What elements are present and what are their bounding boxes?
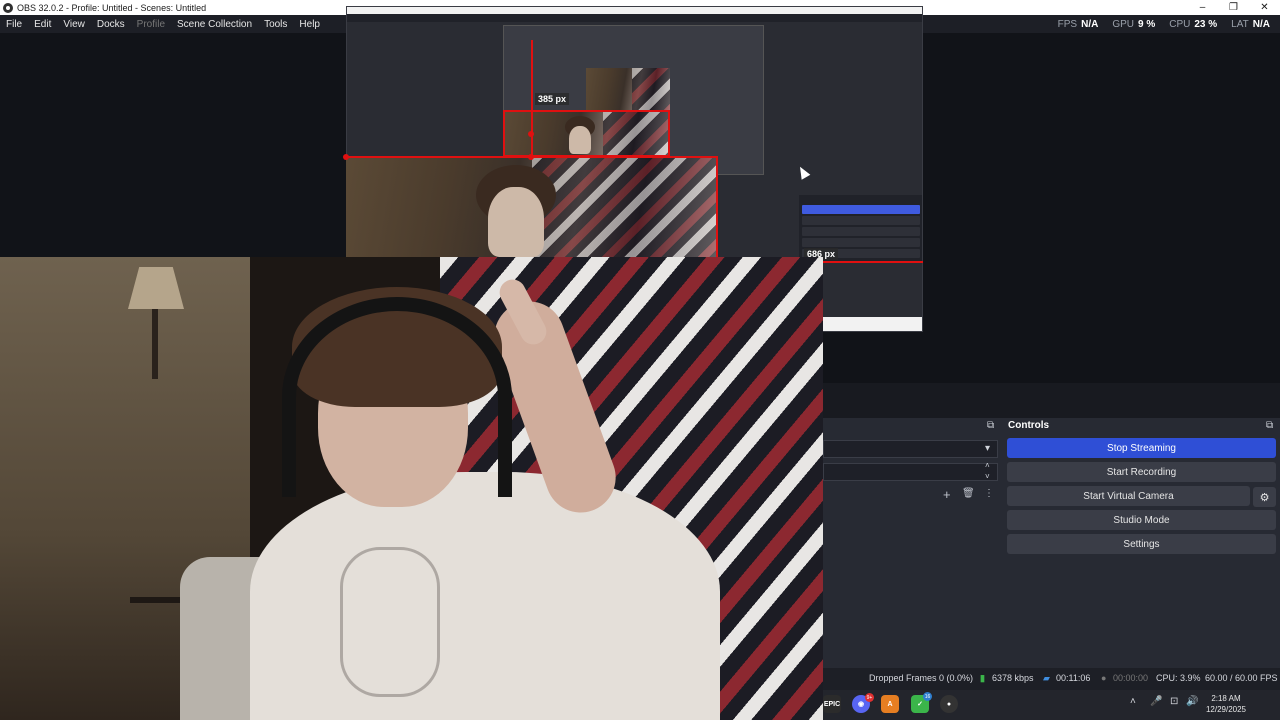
fps-readout: 60.00 / 60.00 FPS — [1205, 673, 1278, 683]
nested-stop-streaming — [802, 205, 920, 214]
network-icon[interactable]: ⊡ — [1170, 696, 1178, 707]
obs-taskbar-icon[interactable]: ● — [940, 695, 958, 713]
status-bar: Dropped Frames 0 (0.0%) ▮ 6378 kbps ▰ 00… — [823, 668, 1280, 688]
chevron-down-icon[interactable]: ▾ — [985, 443, 990, 454]
cpu-stat: CPU 23 % — [1169, 18, 1218, 30]
more-options-icon[interactable]: ⋮ — [984, 488, 994, 499]
menu-help[interactable]: Help — [293, 19, 326, 30]
dropped-frames: Dropped Frames 0 (0.0%) — [869, 673, 974, 683]
discord-badge: 9+ — [865, 693, 874, 702]
menu-profile[interactable]: Profile — [131, 19, 171, 30]
stop-streaming-button[interactable]: Stop Streaming — [1007, 438, 1276, 458]
obs-logo-icon — [3, 2, 13, 13]
resize-handle[interactable] — [528, 131, 534, 137]
dock-header-strip — [823, 383, 1280, 418]
nested-title-bar — [347, 7, 922, 14]
controls-dock-title: Controls — [1008, 420, 1050, 431]
taskbar-clock[interactable]: 2:18 AM 12/29/2025 — [1196, 693, 1256, 715]
signal-bars-icon: ▮ — [980, 673, 985, 683]
menu-edit[interactable]: Edit — [28, 19, 57, 30]
minimize-button[interactable]: – — [1187, 0, 1218, 15]
menu-docks[interactable]: Docks — [91, 19, 131, 30]
person-shirt — [250, 472, 720, 720]
cpu-usage: CPU: 3.9% — [1156, 673, 1201, 683]
nested-virtual-camera — [802, 227, 920, 236]
fps-stat: FPS N/A — [1057, 18, 1099, 30]
start-virtual-camera-button[interactable]: Start Virtual Camera — [1007, 486, 1250, 506]
studio-mode-button[interactable]: Studio Mode — [1007, 510, 1276, 530]
nested-start-recording — [802, 216, 920, 225]
nested-taskbar — [823, 317, 922, 331]
menu-scene-collection[interactable]: Scene Collection — [171, 19, 258, 30]
spin-up-icon[interactable]: ˄ — [985, 461, 990, 470]
webcam-source-selected[interactable] — [346, 157, 718, 257]
obs-window: OBS 32.0.2 - Profile: Untitled - Scenes:… — [0, 0, 1280, 720]
resize-handle[interactable] — [528, 154, 534, 160]
menu-view[interactable]: View — [57, 19, 91, 30]
resize-handle[interactable] — [343, 154, 349, 160]
tasks-badge: 16 — [923, 692, 932, 701]
gear-icon: ⚙ — [1259, 491, 1270, 504]
menu-file[interactable]: File — [0, 19, 28, 30]
microphone-icon[interactable]: 🎤 — [1150, 696, 1162, 707]
webcam-feed — [0, 257, 823, 720]
epic-games-icon[interactable]: EPIC — [823, 695, 841, 713]
add-icon[interactable]: + — [943, 487, 951, 502]
nested-webcam-tiny — [586, 68, 670, 111]
trash-icon[interactable]: 🗑 — [962, 488, 975, 499]
menu-tools[interactable]: Tools — [258, 19, 293, 30]
window-controls: – ❐ ✕ — [1187, 0, 1280, 15]
virtual-camera-settings-button[interactable]: ⚙ — [1253, 487, 1276, 507]
dropdown-field[interactable] — [823, 440, 998, 458]
mixer-popout-icon[interactable]: ⧉ — [987, 420, 994, 431]
nested-studio-mode — [802, 238, 920, 247]
spinbox-field[interactable] — [823, 463, 998, 481]
nested-menu-bar — [347, 14, 922, 22]
stream-time: 00:11:06 — [1056, 673, 1091, 683]
tray-expand-icon[interactable]: ˄ — [1130, 696, 1136, 707]
clock-date: 12/29/2025 — [1205, 705, 1247, 714]
start-recording-button[interactable]: Start Recording — [1007, 462, 1276, 482]
latency-stat: LAT N/A — [1231, 18, 1270, 30]
spin-down-icon[interactable]: ˅ — [985, 472, 990, 481]
close-button[interactable]: ✕ — [1249, 0, 1280, 15]
record-time: 00:00:00 — [1113, 673, 1149, 683]
app-a-icon[interactable]: A — [881, 695, 899, 713]
distance-label-top: 385 px — [535, 93, 570, 105]
performance-stats: FPS N/A GPU 9 % CPU 23 % LAT N/A — [1044, 15, 1270, 33]
clock-time: 2:18 AM — [1211, 694, 1241, 703]
controls-popout-icon[interactable]: ⧉ — [1266, 420, 1273, 431]
selection-right-edge — [716, 157, 718, 257]
settings-button[interactable]: Settings — [1007, 534, 1276, 554]
record-icon: ● — [1101, 673, 1107, 683]
gpu-stat: GPU 9 % — [1112, 18, 1156, 30]
restore-button[interactable]: ❐ — [1218, 0, 1249, 15]
bitrate: 6378 kbps — [992, 673, 1034, 683]
headphones — [282, 297, 512, 497]
stream-icon: ▰ — [1043, 673, 1050, 683]
